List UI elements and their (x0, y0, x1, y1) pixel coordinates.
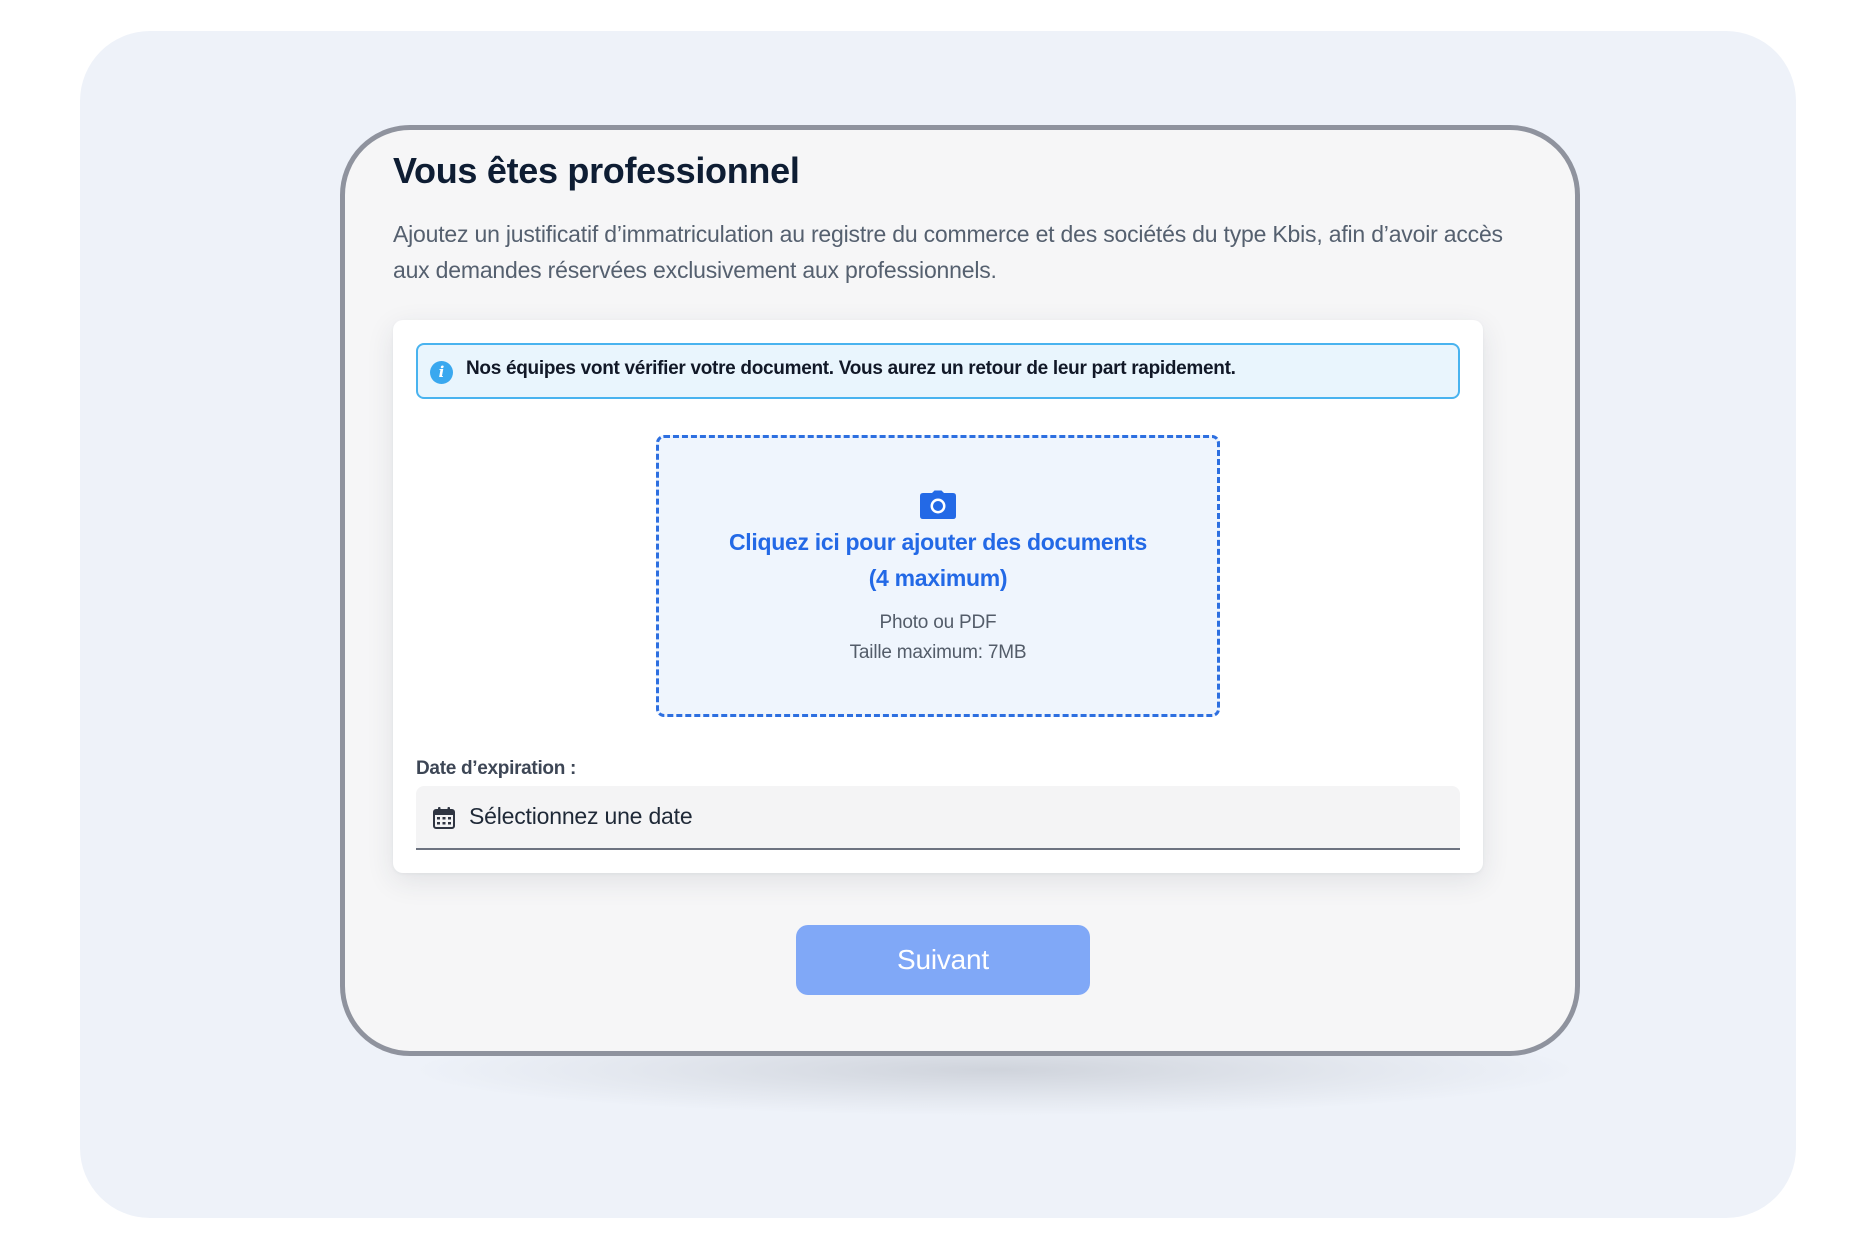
info-alert-text: Nos équipes vont vérifier votre document… (466, 358, 1236, 379)
upload-form-card: i Nos équipes vont vérifier votre docume… (393, 320, 1483, 873)
file-size-hint: Taille maximum: 7MB (849, 642, 1027, 663)
file-type-hint: Photo ou PDF (879, 612, 997, 633)
calendar-icon (433, 807, 455, 829)
info-icon: i (430, 361, 453, 384)
camera-icon (920, 490, 956, 519)
date-placeholder: Sélectionnez une date (469, 803, 693, 829)
page-title: Vous êtes professionnel (393, 150, 800, 191)
dropzone-title-line: Cliquez ici pour ajouter des documents (729, 529, 1147, 555)
dropzone-hint: Photo ou PDF Taille maximum: 7MB (659, 608, 1217, 668)
expiration-date-label: Date d’expiration : (416, 758, 577, 779)
dropzone-title: Cliquez ici pour ajouter des documents (… (659, 524, 1217, 596)
device-frame: Vous êtes professionnel Ajoutez un justi… (340, 125, 1580, 1056)
document-upload-dropzone[interactable]: Cliquez ici pour ajouter des documents (… (656, 435, 1220, 717)
info-alert: i Nos équipes vont vérifier votre docume… (416, 343, 1460, 399)
dropzone-title-line: (4 maximum) (868, 565, 1008, 591)
expiration-date-field[interactable]: Sélectionnez une date (416, 786, 1460, 850)
next-button[interactable]: Suivant (796, 925, 1090, 995)
page-description: Ajoutez un justificatif d’immatriculatio… (393, 221, 1503, 283)
